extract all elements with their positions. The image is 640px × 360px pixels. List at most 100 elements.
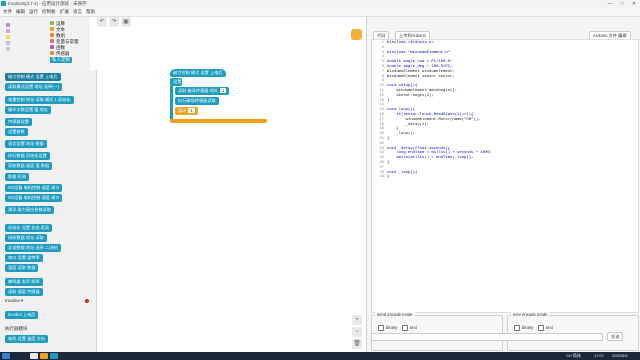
serial-input[interactable]: [371, 333, 603, 341]
palette-block[interactable]: Invobot 上电后: [5, 311, 39, 319]
taskbar-app-icon[interactable]: [40, 353, 48, 359]
line-number: 8: [381, 74, 384, 79]
code-line: 3 #include "WindumeElement.h": [374, 51, 450, 55]
send-binary-option[interactable]: binary: [378, 325, 397, 331]
code-text: void setup(){: [387, 84, 418, 89]
taskbar: CH 简体 17:07 2020/5/6: [0, 352, 640, 360]
palette-block[interactable]: 串口 设置 波特率: [5, 254, 43, 262]
trash-icon[interactable]: 🗑: [352, 339, 362, 349]
code-line: 28 void _loop(){: [374, 171, 417, 175]
category-custom[interactable]: 私人定制: [50, 57, 72, 63]
taskbar-app-icon[interactable]: [30, 353, 38, 359]
palette-block[interactable]: 执行数据 初始化设置: [5, 152, 50, 160]
code-text: WindumeElement windumelement;: [387, 69, 455, 74]
code-text: }: [387, 127, 399, 132]
block-workspace[interactable]: ↶ ↷ ▣ 磁力控制 模式 设置 上电后 设置 读取 磁场传感器 地址 1 执行磁…: [97, 17, 365, 352]
menu-language[interactable]: 语言: [73, 9, 82, 15]
start-icon[interactable]: [2, 353, 10, 359]
menu-board[interactable]: 控制板: [42, 9, 56, 15]
taskbar-app-icon[interactable]: [50, 353, 58, 359]
line-number: 3: [381, 50, 384, 55]
menu-help[interactable]: 帮助: [86, 9, 95, 15]
block-palette: 磁力控制 模式 设置 上电后 读取模式设置 地址 选择(一) 电量控制 地址 读…: [0, 70, 97, 352]
code-line: 24 long endTime = millis() + seconds * 1…: [374, 151, 492, 155]
code-line: 7 WindumeElement windumelement;: [374, 70, 455, 74]
code-text: _delay(1);: [387, 122, 430, 127]
palette-block[interactable]: 电机 设置 速度 方向: [5, 335, 48, 343]
status-dot-icon: [85, 299, 89, 303]
palette-block[interactable]: 发送数据 地址 选择 二进制: [5, 244, 61, 252]
palette-block[interactable]: 温度 读取 数据: [5, 264, 39, 272]
code-text: while(millis() < endTime)_loop();: [387, 156, 474, 161]
setup-block-label: 设置: [170, 78, 182, 86]
category-item-5[interactable]: [6, 47, 10, 51]
exec-sensor-block[interactable]: 执行磁场传感器读取: [175, 97, 219, 105]
read-sensor-block[interactable]: 读取 磁场传感器 地址 1: [175, 87, 230, 95]
category-item-1[interactable]: [6, 23, 10, 27]
hat-block[interactable]: 磁力控制 模式 设置 上电后: [170, 69, 226, 77]
palette-block[interactable]: 读取模式设置 地址 选择(一): [5, 83, 63, 91]
line-number: 19: [379, 127, 384, 132]
zoom-out-icon[interactable]: −: [352, 327, 362, 337]
send-button[interactable]: 发送: [607, 332, 624, 341]
code-line: 2: [374, 46, 387, 50]
palette-block[interactable]: 语言设置 地址 数据: [5, 140, 47, 148]
category-item-3[interactable]: [6, 35, 10, 39]
palette-block[interactable]: SG设备 电机控制 速度 调节: [5, 184, 63, 192]
palette-block[interactable]: 蜂鸣器 发声 频率: [5, 278, 43, 286]
send-text-option[interactable]: text: [402, 325, 417, 331]
close-button[interactable]: ✕: [628, 0, 640, 8]
line-number: 1: [381, 41, 384, 45]
menu-run[interactable]: 运行: [29, 9, 38, 15]
category-panel: 运算 文本 数组 变量与常量 函数 传感器 私人定制: [0, 17, 90, 70]
ime-indicator[interactable]: CH 简体: [566, 353, 581, 359]
palette-block[interactable]: 电量控制 地址 读取 模式 1 初始化: [5, 96, 74, 104]
clock-time[interactable]: 17:07: [594, 353, 604, 358]
palette-block[interactable]: 磁力控制 模式 设置 上电后: [5, 73, 61, 81]
palette-block[interactable]: 设置参数: [5, 128, 28, 136]
code-line: 17 windumelement.Motor(name("ON"));: [374, 118, 480, 122]
menu-edit[interactable]: 编辑: [16, 9, 25, 15]
zoom-in-icon[interactable]: +: [352, 315, 362, 325]
palette-block[interactable]: 数据 检测: [5, 173, 29, 181]
menu-file[interactable]: 文件: [3, 9, 12, 15]
code-line: 23 void _delay(float seconds){: [374, 147, 450, 151]
palette-block[interactable]: 通讯 磁力感应参数读取: [5, 206, 55, 214]
palette-block[interactable]: 接收数据 地址 读取: [5, 234, 47, 242]
palette-block[interactable]: SG设备 电机控制 速度 调节: [5, 194, 63, 202]
line-number: 22: [379, 141, 384, 146]
code-line: 22: [374, 142, 387, 146]
clock-date[interactable]: 2020/5/6: [612, 353, 628, 358]
palette-block[interactable]: 获取数据 速度 值 数据: [5, 162, 53, 170]
code-line: 19 }: [374, 127, 399, 132]
palette-block[interactable]: 传感器设置: [5, 118, 32, 126]
code-text: #include <Arduino.h>: [387, 41, 434, 45]
menu-extend[interactable]: 扩展: [60, 9, 69, 15]
save-icon[interactable]: ▣: [121, 17, 131, 27]
code-line: 26}: [374, 161, 389, 165]
minimize-button[interactable]: —: [604, 0, 616, 8]
section-label[interactable]: Invobot ▾: [5, 298, 23, 304]
code-line: 8 WindumeElement_sensor sensor;: [374, 75, 455, 79]
line-number: 14: [379, 103, 384, 108]
section-label: 执行器模块: [5, 326, 28, 331]
palette-block[interactable]: 初始化 设置 状态 距离: [5, 224, 53, 232]
category-item-2[interactable]: [6, 29, 10, 33]
code-line: 27: [374, 166, 387, 170]
code-text: if(sensor.Touch_ReadState(1)==1){: [387, 113, 474, 117]
line-number: 21: [379, 137, 384, 141]
category-item-4[interactable]: [6, 41, 10, 45]
maximize-button[interactable]: □: [616, 0, 628, 8]
palette-block[interactable]: 读取 速度 传感器: [5, 288, 43, 296]
code-text: double angle_deg = 180.0/PI;: [387, 65, 453, 69]
undo-icon[interactable]: ↶: [97, 17, 107, 27]
recv-text-option[interactable]: text: [538, 325, 553, 331]
line-number: 24: [379, 151, 384, 156]
code-text: long endTime = millis() + seconds * 1000…: [387, 151, 493, 156]
loop-block[interactable]: 循环 1: [175, 107, 198, 115]
code-panel: 代码 上传到Arduino Arduino 文件 编辑 1 #include <A…: [366, 17, 640, 352]
palette-block[interactable]: 循环次数设置 值 地址: [5, 106, 52, 114]
recv-binary-option[interactable]: binary: [514, 325, 533, 331]
code-editor[interactable]: 1 #include <Arduino.h> 2 3 #include "Windume…: [371, 39, 639, 313]
redo-icon[interactable]: ↷: [109, 17, 119, 27]
